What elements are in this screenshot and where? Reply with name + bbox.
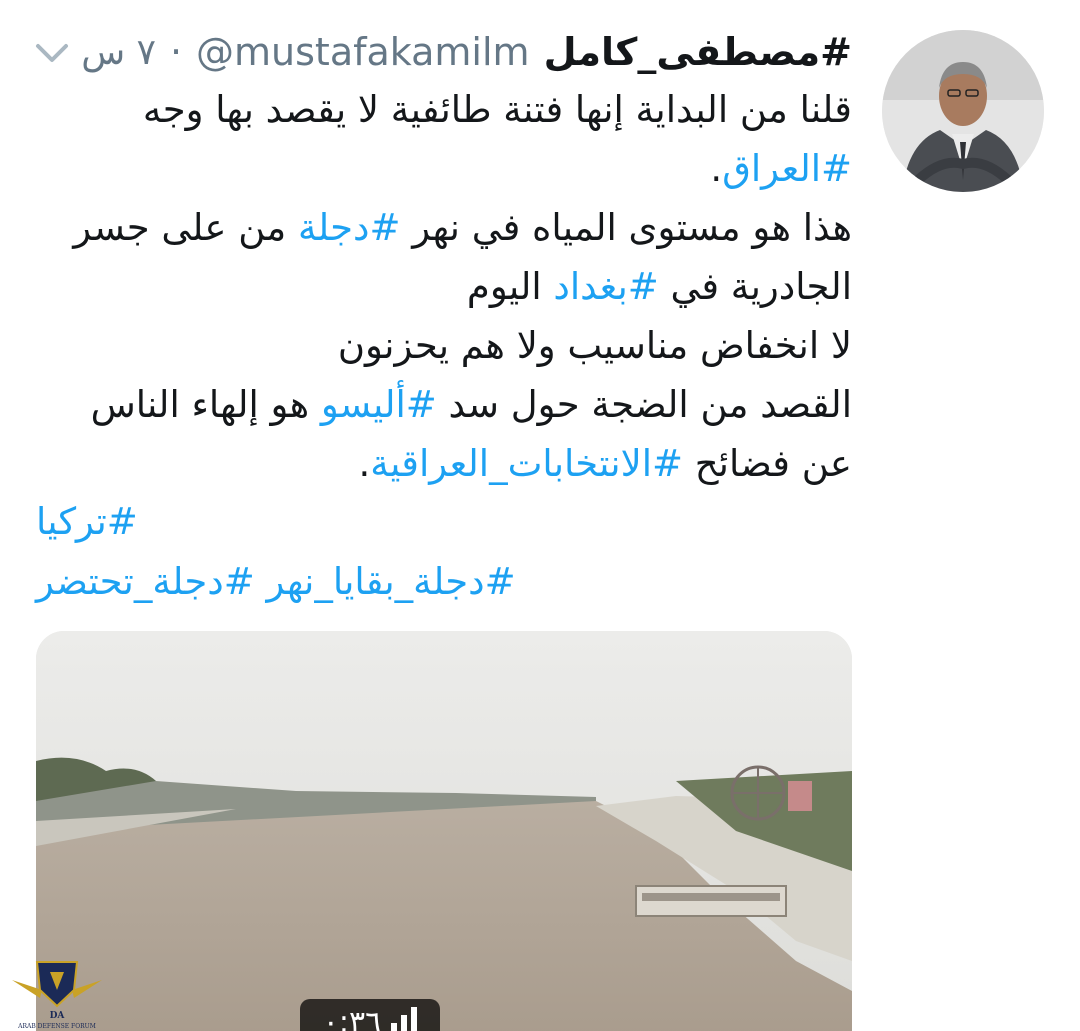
svg-text:ARAB DEFENSE FORUM: ARAB DEFENSE FORUM (17, 1023, 96, 1030)
video-duration: ٠:٣٦ (322, 1005, 382, 1031)
tweet-line: قلنا من البداية إنها فتنة طائفية لا يقصد… (52, 80, 852, 139)
video-duration-badge: ٠:٣٦ (300, 999, 440, 1031)
tweet-line: القصد من الضجة حول سد #أليسو هو إلهاء ال… (52, 375, 852, 434)
tweet-line: عن فضائح #الانتخابات_العراقية. (52, 434, 852, 493)
tweet-line: الجادرية في #بغداد اليوم (52, 257, 852, 316)
video-thumbnail[interactable] (36, 631, 852, 1031)
hashtag-link[interactable]: #دجلة (298, 206, 400, 249)
hashtag-link[interactable]: #العراق (722, 147, 852, 190)
separator-dot: · (169, 30, 183, 74)
tweet-text-segment: اليوم (466, 265, 554, 308)
tweet-text: قلنا من البداية إنها فتنة طائفية لا يقصد… (52, 80, 852, 493)
svg-text:DA: DA (50, 1011, 66, 1021)
tweet-line: #العراق. (52, 139, 852, 198)
hashtag-link[interactable]: #الانتخابات_العراقية (370, 442, 683, 485)
timestamp[interactable]: ٧ س (81, 32, 156, 73)
tweet-text-segment: لا انخفاض مناسيب ولا هم يحزنون (337, 324, 852, 367)
chevron-down-icon[interactable] (34, 38, 70, 68)
hashtag-link[interactable]: #بغداد (553, 265, 658, 308)
tweet-text-segment: . (710, 147, 723, 190)
tweet-text-segment: من على جسر (73, 206, 299, 249)
volume-icon (391, 1001, 418, 1031)
avatar[interactable] (882, 30, 1044, 192)
tweet-text-segment: عن فضائح (683, 442, 852, 485)
tweet-text-segment: هذا هو مستوى المياه في نهر (400, 206, 852, 249)
hashtag-link[interactable]: #أليسو (321, 383, 437, 426)
hashtag-link[interactable]: #دجلة_بقايا_نهر #دجلة_تحتضر (36, 552, 516, 612)
hashtag-list: #تركيا #دجلة_بقايا_نهر #دجلة_تحتضر (36, 492, 516, 612)
tweet-text-segment: هو إلهاء الناس (90, 383, 321, 426)
tweet-text-segment: الجادرية في (658, 265, 853, 308)
display-name[interactable]: #مصطفى_كامل (544, 30, 852, 74)
hashtag-link[interactable]: #تركيا (36, 492, 516, 552)
tweet-text-segment: القصد من الضجة حول سد (436, 383, 852, 426)
arab-defense-forum-logo: DA ARAB DEFENSE FORUM (12, 961, 102, 1030)
tweet-header: #مصطفى_كامل @mustafakamilm · ٧ س (81, 24, 852, 80)
river-scene-image (36, 631, 852, 1031)
tweet-line: لا انخفاض مناسيب ولا هم يحزنون (52, 316, 852, 375)
user-handle[interactable]: @mustafakamilm (196, 30, 530, 74)
tweet-line: هذا هو مستوى المياه في نهر #دجلة من على … (52, 198, 852, 257)
tweet-text-segment: قلنا من البداية إنها فتنة طائفية لا يقصد… (142, 88, 852, 131)
tweet-text-segment: . (358, 442, 371, 485)
avatar-photo (882, 30, 1044, 192)
